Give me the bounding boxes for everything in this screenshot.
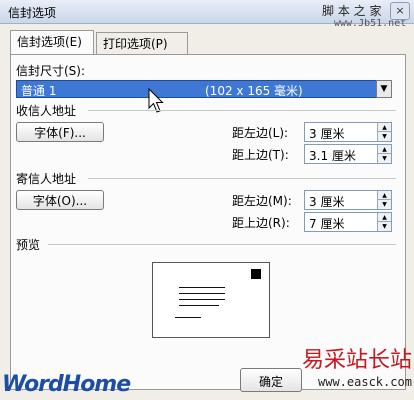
recipient-from-left-label: 距左边(L): xyxy=(232,126,289,140)
address-line xyxy=(179,293,225,294)
recipient-font-button[interactable]: 字体(F)... xyxy=(16,122,104,142)
recipient-from-left-value: 3 厘米 xyxy=(309,127,345,141)
tab-printing-options[interactable]: 打印选项(P) xyxy=(96,32,188,54)
recipient-address-label: 收信人地址 xyxy=(16,104,77,118)
recipient-from-top-label: 距上边(T): xyxy=(232,148,289,162)
recipient-from-left-spinner[interactable]: 3 厘米 ▲ ▼ xyxy=(304,122,392,142)
envelope-size-value: 普通 1 xyxy=(21,84,57,98)
wordhome-logo: WordHome xyxy=(2,372,131,397)
recipient-from-top-spinner[interactable]: 3.1 厘米 ▲ ▼ xyxy=(304,144,392,164)
spin-down-icon[interactable]: ▼ xyxy=(377,200,391,209)
window-title: 信封选项 xyxy=(8,6,57,20)
address-line xyxy=(179,287,225,288)
preview-divider xyxy=(48,244,396,245)
watermark-site-name: 脚 本 之 家 xyxy=(322,4,382,18)
spin-up-icon[interactable]: ▲ xyxy=(377,123,391,132)
ok-button[interactable]: 确定 xyxy=(240,368,302,392)
sender-address-label: 寄信人地址 xyxy=(16,172,77,186)
sender-from-top-spinner[interactable]: 7 厘米 ▲ ▼ xyxy=(304,212,392,232)
sender-from-top-value: 7 厘米 xyxy=(309,217,345,231)
spin-up-icon[interactable]: ▲ xyxy=(377,191,391,200)
return-address-line xyxy=(175,317,201,318)
sender-from-left-value: 3 厘米 xyxy=(309,195,345,209)
watermark-site-name-bottom: 易采站长站 xyxy=(302,348,413,373)
envelope-size-dimensions: (102 x 165 毫米) xyxy=(205,84,303,98)
envelope-preview xyxy=(152,262,270,338)
dropdown-arrow-icon[interactable]: ▼ xyxy=(376,80,392,98)
address-line xyxy=(179,305,219,306)
spin-down-icon[interactable]: ▼ xyxy=(377,222,391,231)
address-line xyxy=(179,299,225,300)
sender-font-button[interactable]: 字体(O)... xyxy=(16,190,104,210)
recipient-from-top-value: 3.1 厘米 xyxy=(309,149,356,163)
stamp-icon xyxy=(251,269,261,279)
sender-from-left-spinner[interactable]: 3 厘米 ▲ ▼ xyxy=(304,190,392,210)
recipient-divider xyxy=(88,110,396,111)
sender-from-top-label: 距上边(R): xyxy=(232,216,290,230)
spin-down-icon[interactable]: ▼ xyxy=(377,154,391,163)
sender-from-left-label: 距左边(M): xyxy=(232,194,292,208)
watermark-site-url-bottom: www.easck.com xyxy=(318,375,412,389)
tab-envelope-options[interactable]: 信封选项(E) xyxy=(10,30,94,54)
spin-up-icon[interactable]: ▲ xyxy=(377,145,391,154)
spin-up-icon[interactable]: ▲ xyxy=(377,213,391,222)
preview-label: 预览 xyxy=(16,238,41,252)
spin-down-icon[interactable]: ▼ xyxy=(377,132,391,141)
title-bar: 信封选项 脚 本 之 家 www.Jb51.net × xyxy=(0,0,414,29)
close-button[interactable]: × xyxy=(390,2,410,20)
envelope-size-dropdown[interactable]: 普通 1 (102 x 165 毫米) ▼ xyxy=(16,80,392,98)
sender-divider xyxy=(88,178,396,179)
envelope-size-label: 信封尺寸(S): xyxy=(16,64,86,78)
